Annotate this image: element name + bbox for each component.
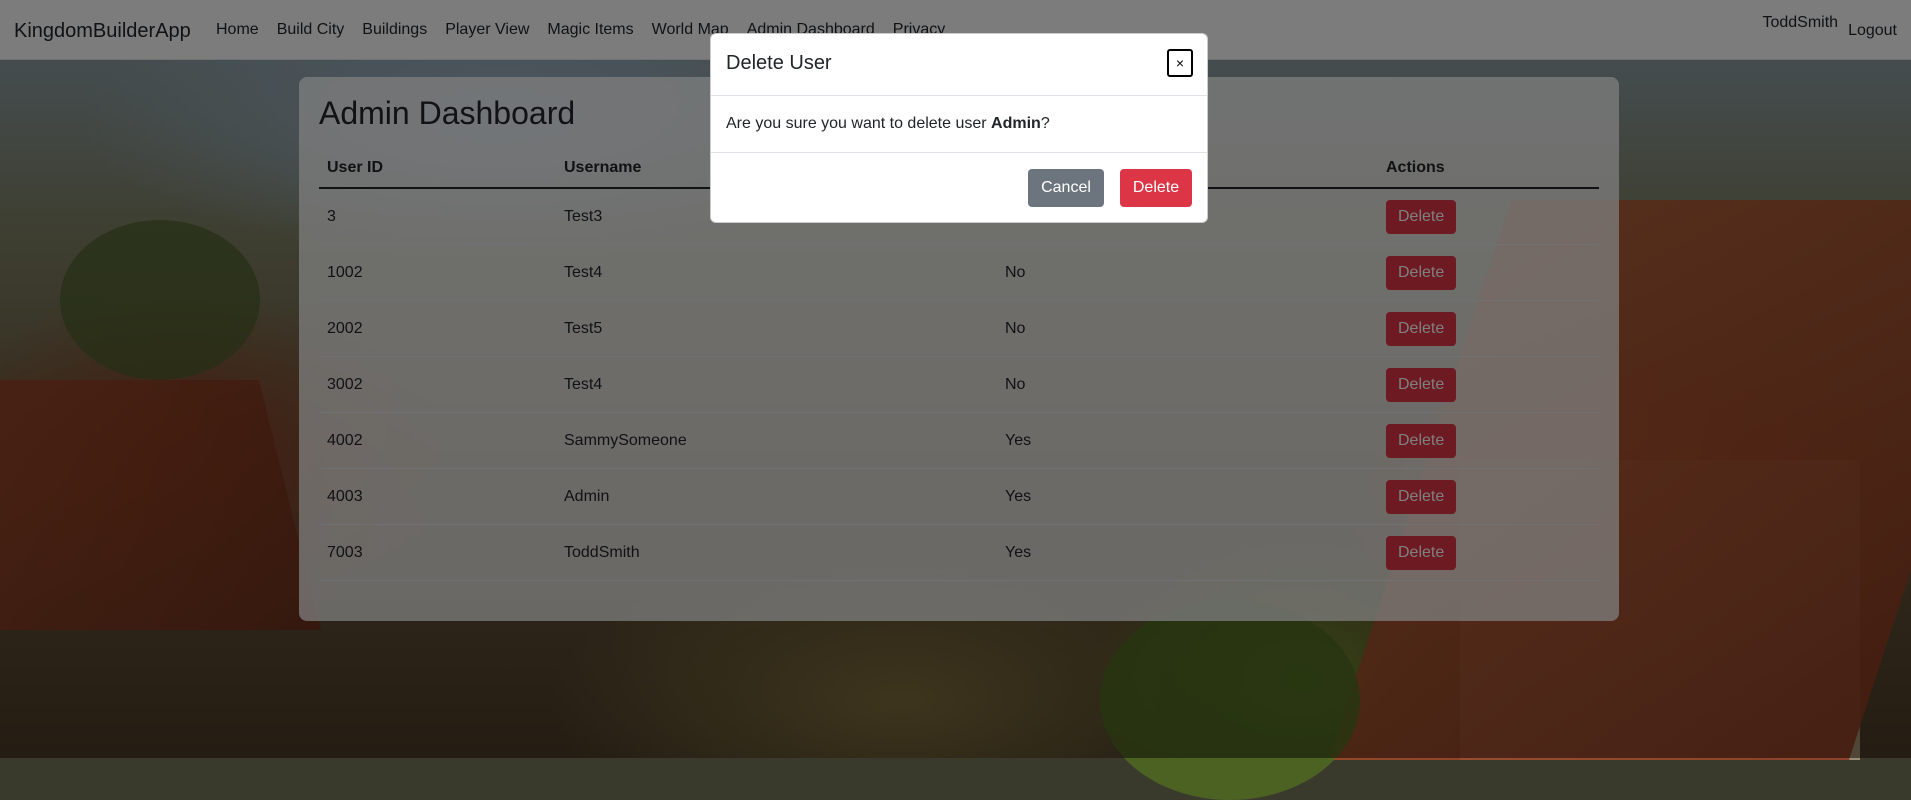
modal-footer: Cancel Delete: [711, 152, 1207, 224]
modal-body: Are you sure you want to delete user Adm…: [726, 115, 1050, 133]
delete-user-modal: Delete User × Are you sure you want to d…: [710, 33, 1208, 223]
modal-title: Delete User: [726, 52, 832, 74]
modal-header: Delete User ×: [711, 34, 1207, 96]
modal-message-suffix: ?: [1040, 115, 1050, 132]
modal-message-prefix: Are you sure you want to delete user: [726, 115, 992, 132]
close-icon[interactable]: ×: [1167, 49, 1193, 77]
cancel-button[interactable]: Cancel: [1028, 169, 1104, 207]
confirm-delete-button[interactable]: Delete: [1120, 169, 1192, 207]
modal-target-username: Admin: [991, 115, 1041, 132]
